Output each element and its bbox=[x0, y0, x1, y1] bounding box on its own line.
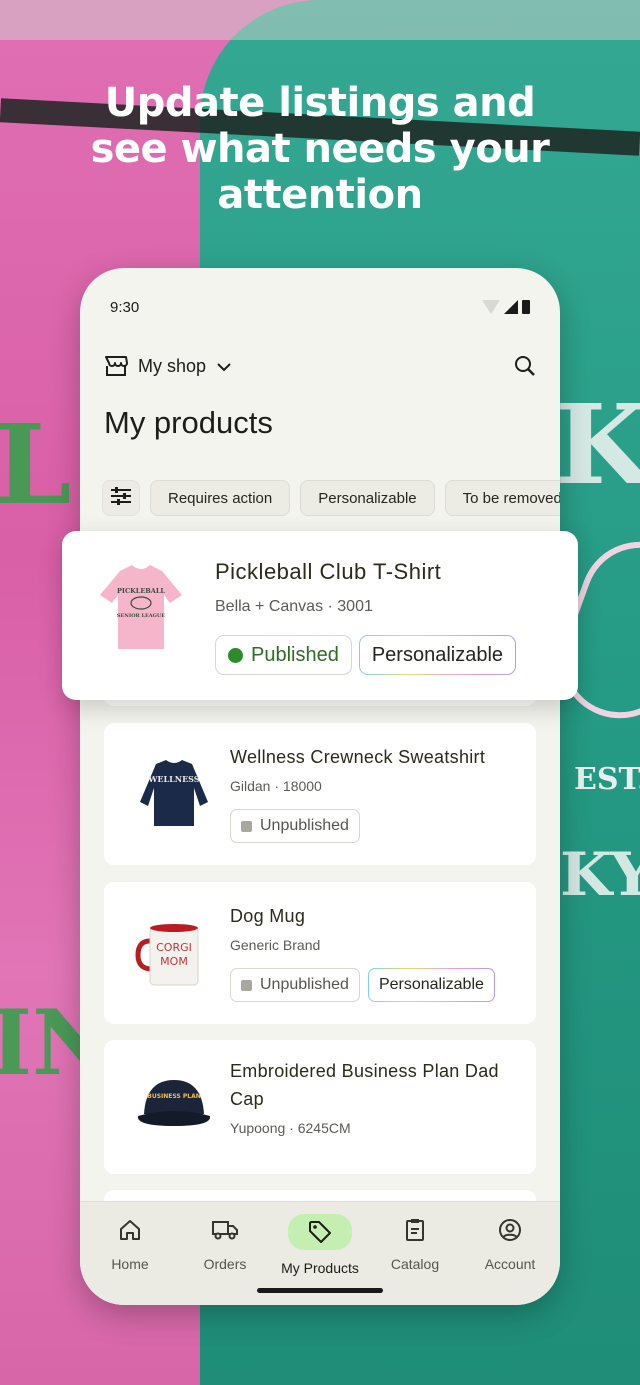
headline-line-3: attention bbox=[217, 172, 423, 218]
phone-frame: 9:30 My shop My products Requires action… bbox=[80, 268, 560, 1305]
mug-print-line-2: MOM bbox=[160, 955, 188, 968]
product-name: Pickleball Club T-Shirt bbox=[215, 559, 442, 584]
product-name-line-2: Cap bbox=[230, 1089, 264, 1109]
product-card[interactable]: BUSINESS PLAN Embroidered Business Plan … bbox=[104, 1040, 536, 1174]
status-badge: Published bbox=[215, 635, 352, 675]
published-icon bbox=[228, 647, 243, 663]
nav-account[interactable]: Account bbox=[462, 1214, 558, 1272]
highlighted-product-card[interactable]: PICKLEBALL SENIOR LEAGUE Pickleball Club… bbox=[62, 531, 578, 700]
filter-settings-button[interactable] bbox=[102, 480, 140, 516]
wifi-icon bbox=[482, 300, 500, 314]
chip-to-be-removed[interactable]: To be removed bbox=[444, 480, 560, 516]
status-label: Unpublished bbox=[260, 817, 349, 834]
sweatshirt-print: WELLNESS bbox=[147, 774, 199, 784]
tshirt-print-bottom: SENIOR LEAGUE bbox=[117, 613, 165, 619]
status-time: 9:30 bbox=[110, 298, 140, 316]
status-label: Published bbox=[251, 643, 339, 666]
clipboard-icon bbox=[367, 1214, 463, 1246]
product-brand: Generic Brand bbox=[230, 937, 321, 953]
product-name-line-1: Embroidered Business Plan Dad bbox=[230, 1061, 499, 1081]
product-thumbnail: WELLNESS bbox=[130, 750, 218, 838]
nav-orders-label: Orders bbox=[203, 1256, 247, 1272]
status-badge: Unpublished bbox=[230, 809, 360, 843]
truck-icon bbox=[177, 1214, 273, 1246]
product-name: Embroidered Business Plan Dad Cap bbox=[230, 1057, 499, 1113]
product-badges: Unpublished bbox=[230, 809, 360, 843]
product-brand: Gildan · 18000 bbox=[230, 778, 322, 794]
search-icon[interactable] bbox=[514, 355, 536, 377]
headline-line-1: Update listings and bbox=[104, 80, 536, 126]
tag-icon bbox=[288, 1214, 352, 1250]
unpublished-icon bbox=[241, 820, 252, 832]
account-icon bbox=[462, 1214, 558, 1246]
chevron-down-icon bbox=[216, 356, 232, 377]
unpublished-icon bbox=[241, 979, 252, 991]
product-thumbnail: BUSINESS PLAN bbox=[130, 1062, 218, 1150]
chip-personalizable[interactable]: Personalizable bbox=[300, 480, 435, 516]
battery-icon bbox=[522, 300, 530, 314]
shop-name: My shop bbox=[138, 355, 207, 376]
shirt-print-right-bottom: KYO bbox=[560, 840, 640, 910]
tag-label: Personalizable bbox=[378, 976, 484, 993]
nav-catalog-label: Catalog bbox=[390, 1256, 440, 1272]
product-name: Wellness Crewneck Sweatshirt bbox=[230, 747, 486, 767]
shirt-print-est: EST. bbox=[574, 762, 640, 797]
nav-catalog[interactable]: Catalog bbox=[367, 1214, 463, 1272]
nav-my-products-label: My Products bbox=[281, 1260, 359, 1276]
cap-print: BUSINESS PLAN bbox=[147, 1093, 200, 1100]
product-card[interactable]: CORGI MOM Dog Mug Generic Brand Unpublis… bbox=[104, 882, 536, 1024]
nav-home[interactable]: Home bbox=[82, 1214, 178, 1272]
product-brand: Yupoong · 6245CM bbox=[230, 1120, 351, 1136]
status-label: Unpublished bbox=[260, 976, 349, 993]
filter-chip-row: Requires action Personalizable To be rem… bbox=[102, 480, 560, 516]
product-thumbnail: PICKLEBALL SENIOR LEAGUE bbox=[96, 561, 186, 657]
personalizable-badge: Personalizable bbox=[368, 968, 495, 1002]
page-title: My products bbox=[104, 405, 273, 440]
shop-selector[interactable]: My shop bbox=[104, 355, 232, 377]
product-badges: Published Personalizable bbox=[215, 635, 516, 675]
personalizable-badge: Personalizable bbox=[359, 635, 516, 675]
promo-headline: Update listings and see what needs your … bbox=[0, 80, 640, 218]
mug-print-line-1: CORGI bbox=[156, 941, 192, 954]
product-badges: Unpublished Personalizable bbox=[230, 968, 495, 1002]
nav-account-label: Account bbox=[484, 1256, 536, 1272]
cellular-icon bbox=[504, 300, 518, 314]
chip-requires-action[interactable]: Requires action bbox=[150, 480, 291, 516]
product-card[interactable]: WELLNESS Wellness Crewneck Sweatshirt Gi… bbox=[104, 723, 536, 865]
status-badge: Unpublished bbox=[230, 968, 360, 1002]
gesture-home-bar[interactable] bbox=[257, 1288, 383, 1293]
nav-my-products[interactable]: My Products bbox=[272, 1214, 368, 1276]
sliders-icon bbox=[110, 486, 132, 511]
nav-home-label: Home bbox=[111, 1256, 149, 1272]
nav-orders[interactable]: Orders bbox=[177, 1214, 273, 1272]
status-icons bbox=[482, 300, 530, 314]
status-bar: 9:30 bbox=[110, 296, 530, 318]
tag-label: Personalizable bbox=[371, 643, 504, 666]
shirt-print-right: KI bbox=[555, 380, 640, 509]
home-icon bbox=[82, 1214, 178, 1246]
tshirt-print-top: PICKLEBALL bbox=[117, 587, 165, 595]
product-thumbnail: CORGI MOM bbox=[130, 909, 218, 997]
product-brand: Bella + Canvas · 3001 bbox=[215, 598, 373, 615]
product-name: Dog Mug bbox=[230, 906, 306, 926]
bottom-navigation: Home Orders My Products Catalog Account bbox=[80, 1201, 560, 1305]
headline-line-2: see what needs your bbox=[90, 126, 550, 172]
app-header: My shop bbox=[104, 354, 536, 378]
store-icon bbox=[104, 355, 128, 377]
background-wall bbox=[0, 0, 640, 40]
